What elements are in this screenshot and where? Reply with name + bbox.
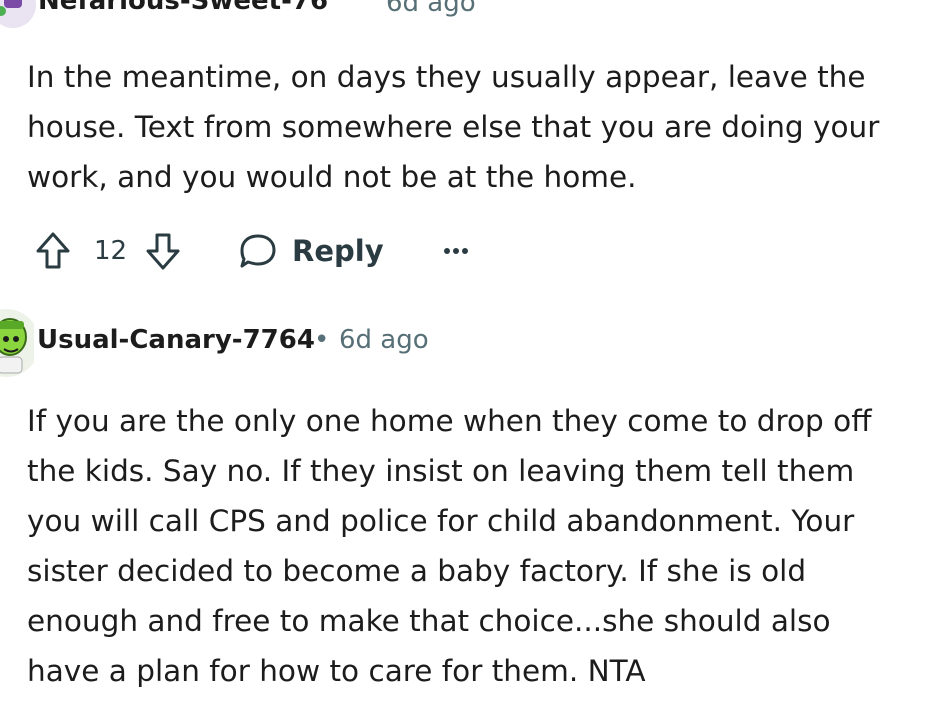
- separator-dot: •: [314, 325, 330, 355]
- comment-header-top: Nefarious-Sweet-76 6d ago: [0, 0, 932, 28]
- reply-bubble-icon: [240, 234, 276, 268]
- comment-line: In the meantime, on days they usually ap…: [27, 60, 866, 94]
- username[interactable]: Usual-Canary-7764: [37, 325, 315, 355]
- avatar-image: [0, 309, 40, 377]
- avatar[interactable]: [0, 307, 40, 379]
- username[interactable]: Nefarious-Sweet-76: [38, 0, 328, 16]
- more-options-icon: [444, 248, 468, 254]
- upvote-button[interactable]: [34, 226, 74, 276]
- comment-body: If you are the only one home when they c…: [27, 396, 927, 696]
- comment-line: work, and you would not be at the home.: [27, 160, 637, 194]
- downvote-button[interactable]: [144, 226, 184, 276]
- downvote-icon: [146, 233, 180, 270]
- comment-line: house. Text from somewhere else that you…: [27, 110, 880, 144]
- comment-line: the kids. Say no. If they insist on leav…: [27, 454, 855, 488]
- avatar-art: [4, 0, 22, 8]
- comment-line: have a plan for how to care for them. NT…: [27, 654, 646, 688]
- comment-line: sister decided to become a baby factory.…: [27, 554, 807, 588]
- comment-action-bar: 12 Reply: [34, 226, 534, 276]
- comment-line: enough and free to make that choice...sh…: [27, 604, 831, 638]
- upvote-icon: [36, 232, 70, 269]
- more-options-button[interactable]: [438, 226, 474, 276]
- reply-label: Reply: [292, 234, 384, 268]
- comment-line: you will call CPS and police for child a…: [27, 504, 855, 538]
- avatar[interactable]: [0, 0, 36, 28]
- comment-line: If you are the only one home when they c…: [27, 404, 872, 438]
- vote-score: 12: [94, 236, 128, 266]
- timestamp[interactable]: 6d ago: [339, 325, 429, 355]
- avatar-art: [0, 6, 6, 16]
- timestamp[interactable]: 6d ago: [386, 0, 476, 18]
- comment-thread: Nefarious-Sweet-76 6d ago In the meantim…: [0, 0, 932, 704]
- comment-header: Usual-Canary-7764 • 6d ago: [0, 305, 932, 381]
- reply-button[interactable]: Reply: [238, 226, 384, 276]
- comment-body: In the meantime, on days they usually ap…: [27, 52, 927, 202]
